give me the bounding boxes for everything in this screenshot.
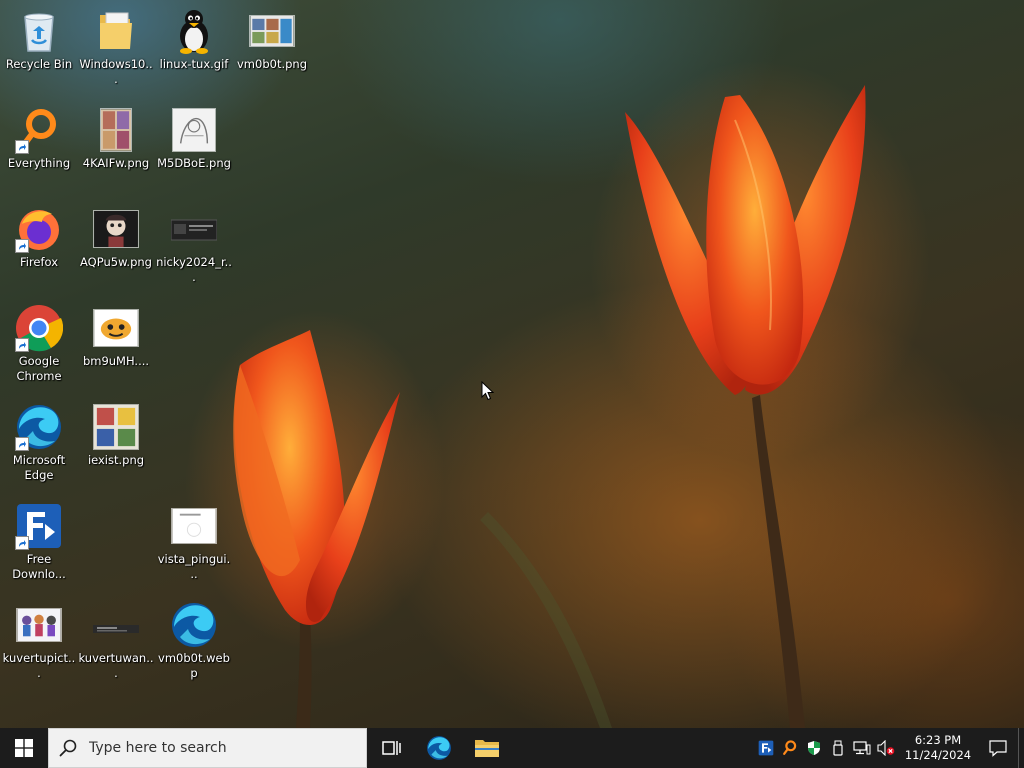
magnifier-icon [783, 740, 797, 755]
shortcut-arrow-icon [15, 140, 29, 154]
desktop-icon-label: nicky2024_r... [156, 255, 232, 284]
image-thumbnail-icon [15, 601, 63, 649]
desktop-icon-iexist[interactable]: iexist.png [78, 403, 154, 468]
desktop-icon-label: AQPu5w.png [80, 255, 152, 269]
magnifier-icon [15, 106, 63, 154]
show-desktop-button[interactable] [1018, 728, 1024, 768]
desktop-icon-linux-tux[interactable]: linux-tux.gif [156, 7, 232, 72]
edge-icon [15, 403, 63, 451]
recycle-bin-icon [15, 7, 63, 55]
image-thumbnail-icon [170, 502, 218, 550]
desktop-icon-label: iexist.png [87, 453, 145, 467]
desktop-icon-free-download-manager[interactable]: Free Downlo... [1, 502, 77, 582]
notification-icon [989, 740, 1007, 757]
desktop-icon-label: kuvertupict... [2, 651, 76, 680]
tux-penguin-icon [170, 7, 218, 55]
shortcut-arrow-icon [15, 536, 29, 550]
shield-icon [808, 741, 820, 755]
taskbar-file-explorer-button[interactable] [463, 728, 511, 768]
desktop-icon-label: Google Chrome [16, 354, 62, 383]
taskbar-search-box[interactable] [48, 728, 367, 768]
tray-free-download-manager-button[interactable] [754, 728, 778, 768]
system-tray: 6:23 PM 11/24/2024 [754, 728, 1024, 768]
desktop-icon-everything[interactable]: Everything [1, 106, 77, 171]
desktop-icon-bm9umh[interactable]: bm9uMH.... [78, 304, 154, 369]
desktop[interactable]: Recycle Bin Everything Firefox Google Ch… [0, 0, 1024, 728]
search-icon [59, 739, 77, 757]
desktop-icon-google-chrome[interactable]: Google Chrome [1, 304, 77, 384]
desktop-icon-label: vm0b0t.png [237, 57, 307, 71]
desktop-icon-label: bm9uMH.... [82, 354, 150, 368]
edge-icon [170, 601, 218, 649]
image-thumbnail-icon [248, 7, 296, 55]
desktop-icon-m5dboe[interactable]: M5DBoE.png [156, 106, 232, 171]
shortcut-arrow-icon [15, 239, 29, 253]
free-download-manager-icon [758, 740, 774, 756]
desktop-icon-label: linux-tux.gif [159, 57, 229, 71]
desktop-icon-vm0b0t-png[interactable]: vm0b0t.png [234, 7, 310, 72]
desktop-icon-vista-pingui[interactable]: vista_pingui... [156, 502, 232, 582]
folder-icon [475, 740, 499, 757]
desktop-icon-firefox[interactable]: Firefox [1, 205, 77, 270]
desktop-icon-nicky2024[interactable]: nicky2024_r... [156, 205, 232, 285]
desktop-icon-label: Free Downlo... [12, 552, 66, 581]
desktop-icon-label: Recycle Bin [5, 57, 73, 71]
taskbar: 6:23 PM 11/24/2024 [0, 728, 1024, 768]
shortcut-arrow-icon [15, 437, 29, 451]
tray-volume-button[interactable] [874, 728, 898, 768]
desktop-icon-vm0b0t-webp[interactable]: vm0b0t.webp [156, 601, 232, 681]
desktop-icon-aqpu5w[interactable]: AQPu5w.png [78, 205, 154, 270]
clock-date: 11/24/2024 [904, 748, 972, 762]
firefox-icon [15, 205, 63, 253]
desktop-icon-4kaifw[interactable]: 4KAIFw.png [78, 106, 154, 171]
edge-icon [427, 736, 451, 760]
desktop-icon-label: kuvertuwan... [78, 651, 154, 680]
image-thumbnail-icon [92, 106, 140, 154]
desktop-icon-windows10-folder[interactable]: Windows10... [78, 7, 154, 87]
image-thumbnail-icon [92, 601, 140, 649]
windows-logo-icon [15, 739, 33, 757]
image-thumbnail-icon [92, 403, 140, 451]
action-center-button[interactable] [978, 728, 1018, 768]
desktop-icon-label: Everything [7, 156, 71, 170]
image-thumbnail-icon [170, 106, 218, 154]
desktop-icon-microsoft-edge[interactable]: Microsoft Edge [1, 403, 77, 483]
taskbar-clock[interactable]: 6:23 PM 11/24/2024 [898, 728, 978, 768]
desktop-icon-label: 4KAIFw.png [82, 156, 150, 170]
usb-drive-icon [833, 740, 843, 756]
tray-security-button[interactable] [802, 728, 826, 768]
desktop-icon-recycle-bin[interactable]: Recycle Bin [1, 7, 77, 72]
desktop-icon-label: vm0b0t.webp [158, 651, 230, 680]
search-input[interactable] [87, 739, 341, 757]
desktop-icon-label: Firefox [19, 255, 59, 269]
image-thumbnail-icon [92, 304, 140, 352]
clock-time: 6:23 PM [914, 733, 962, 747]
task-view-button[interactable] [367, 728, 415, 768]
desktop-icon-label: M5DBoE.png [157, 156, 231, 170]
shortcut-arrow-icon [15, 338, 29, 352]
volume-muted-icon [877, 740, 895, 756]
mouse-pointer-icon [481, 381, 495, 401]
image-thumbnail-icon [170, 205, 218, 253]
desktop-icon-kuvertuwan[interactable]: kuvertuwan... [78, 601, 154, 681]
network-icon [853, 741, 871, 755]
task-view-icon [382, 741, 401, 755]
free-download-manager-icon [15, 502, 63, 550]
folder-icon [92, 7, 140, 55]
desktop-icon-kuvertupict[interactable]: kuvertupict... [1, 601, 77, 681]
taskbar-edge-button[interactable] [415, 728, 463, 768]
start-button[interactable] [0, 728, 48, 768]
image-thumbnail-icon [92, 205, 140, 253]
desktop-icon-label: Microsoft Edge [12, 453, 66, 482]
desktop-icon-label: vista_pingui... [157, 552, 231, 581]
tray-network-button[interactable] [850, 728, 874, 768]
tray-usb-button[interactable] [826, 728, 850, 768]
chrome-icon [15, 304, 63, 352]
desktop-icon-label: Windows10... [79, 57, 153, 86]
tray-everything-button[interactable] [778, 728, 802, 768]
